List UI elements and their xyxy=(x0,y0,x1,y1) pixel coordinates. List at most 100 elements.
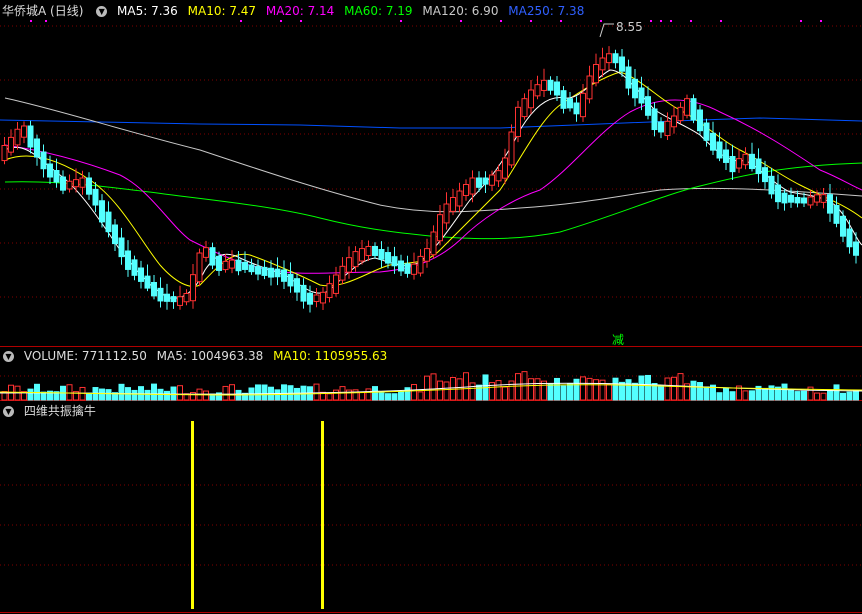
volume-bar xyxy=(716,392,723,401)
volume-bar xyxy=(411,384,417,401)
volume-bar xyxy=(346,389,352,401)
candle-body xyxy=(385,252,391,264)
candle-body xyxy=(21,125,27,138)
candle-body xyxy=(326,283,333,299)
candle-body xyxy=(222,260,229,271)
candle-body xyxy=(664,120,671,137)
volume-bar xyxy=(66,384,73,401)
volume-bar xyxy=(846,391,853,401)
candle-body xyxy=(411,263,417,275)
candle-body xyxy=(235,259,242,272)
candle-body xyxy=(391,256,398,267)
volume-bar xyxy=(625,379,632,401)
candle-body xyxy=(209,247,216,266)
stock-chart[interactable]: 8.55 减 xyxy=(0,0,862,614)
candle-body xyxy=(294,278,300,293)
candle-body xyxy=(586,75,593,100)
volume-bar xyxy=(261,384,268,401)
volume-bar xyxy=(580,376,586,401)
candle-body xyxy=(573,102,580,115)
volume-bar xyxy=(430,373,437,401)
candle-body xyxy=(177,296,183,306)
candle-body xyxy=(567,98,573,109)
candle-body xyxy=(482,177,489,185)
candle-body xyxy=(606,53,612,64)
volume-bar xyxy=(385,393,391,401)
candle-body xyxy=(619,56,625,72)
candle-body xyxy=(346,257,352,273)
candle-body xyxy=(599,57,606,71)
candle-body xyxy=(801,197,807,204)
candle-body xyxy=(658,121,664,133)
candle-body xyxy=(456,190,463,207)
candle-body xyxy=(1,145,8,162)
volume-bar xyxy=(788,389,794,401)
candle-body xyxy=(125,250,131,270)
volume-bar xyxy=(794,391,801,401)
volume-bar xyxy=(255,384,261,401)
candle-body xyxy=(359,248,365,262)
ma250-line xyxy=(0,117,862,129)
candle-body xyxy=(99,200,105,223)
volume-bar xyxy=(99,388,105,401)
candle-body xyxy=(840,215,846,237)
candle-body xyxy=(255,266,261,275)
volume-bar xyxy=(664,377,671,401)
candle-body xyxy=(216,255,222,271)
volume-bar xyxy=(378,392,385,401)
volume-bar xyxy=(424,375,430,401)
candle-body xyxy=(677,106,684,122)
candle-body xyxy=(203,247,209,258)
candle-body xyxy=(547,79,554,91)
top-marker-dot xyxy=(400,20,402,22)
candle-body xyxy=(430,231,437,256)
candle-body xyxy=(625,66,632,89)
volume-bar xyxy=(586,377,593,401)
candle-body xyxy=(645,96,651,116)
volume-bar xyxy=(723,387,729,401)
volume-bar xyxy=(352,389,359,401)
volume-bar xyxy=(768,385,775,401)
candle-body xyxy=(534,84,541,97)
candle-body xyxy=(105,211,112,233)
candle-body xyxy=(339,265,346,281)
candle-body xyxy=(632,78,638,99)
top-marker-dot xyxy=(800,20,802,22)
candle-body xyxy=(846,228,853,248)
candle-body xyxy=(710,132,716,151)
top-marker-dot xyxy=(45,20,47,22)
candle-body xyxy=(515,106,521,138)
volume-bar xyxy=(840,392,846,401)
volume-bar xyxy=(554,377,560,401)
volume-bar xyxy=(658,385,664,401)
candle-body xyxy=(554,81,560,96)
candle-body xyxy=(190,274,196,302)
candle-body xyxy=(762,167,768,183)
high-annotation: 8.55 xyxy=(599,20,643,38)
top-marker-dot xyxy=(660,20,662,22)
volume-bar xyxy=(86,392,92,401)
candle-body xyxy=(703,122,710,141)
candle-body xyxy=(541,79,547,91)
candle-body xyxy=(365,245,372,256)
candle-body xyxy=(736,158,742,169)
candle-body xyxy=(164,293,170,302)
signal-bar xyxy=(321,421,324,609)
candle-body xyxy=(768,175,775,195)
candle-body xyxy=(287,273,294,287)
candle-body xyxy=(66,180,73,190)
volume-bar xyxy=(560,385,567,401)
top-marker-dot xyxy=(720,20,722,22)
candle-body xyxy=(8,136,14,153)
candle-body xyxy=(307,292,313,305)
volume-bar xyxy=(638,375,645,401)
candle-body xyxy=(788,194,794,203)
volume-bar xyxy=(853,389,859,401)
volume-bar xyxy=(567,383,573,401)
candle-body xyxy=(560,90,567,109)
candle-body xyxy=(34,138,40,158)
candle-body xyxy=(489,174,495,186)
volume-bar xyxy=(229,384,235,401)
candle-body xyxy=(40,151,47,170)
candle-body xyxy=(92,188,99,206)
